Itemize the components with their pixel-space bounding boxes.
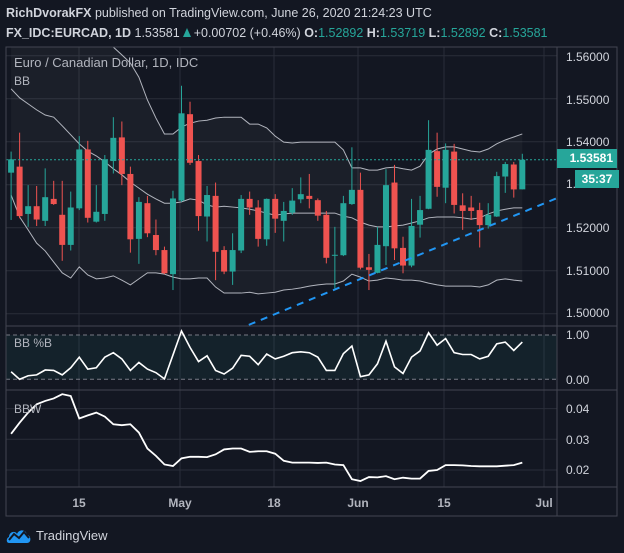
pctb-axis-label: 1.00 bbox=[566, 328, 590, 342]
pctb-axis-label: 0.00 bbox=[566, 373, 590, 387]
candle-down bbox=[195, 161, 202, 217]
candle-down bbox=[221, 250, 228, 272]
time-label: 18 bbox=[267, 496, 281, 510]
time-label: May bbox=[168, 496, 192, 510]
candle-up bbox=[204, 195, 211, 217]
price-label: 1.52000 bbox=[566, 221, 610, 235]
candle-up bbox=[417, 210, 424, 225]
bbw-pane bbox=[10, 393, 523, 482]
candle-up bbox=[101, 159, 108, 214]
time-label: Jul bbox=[535, 496, 553, 510]
candle-down bbox=[272, 198, 279, 219]
chart-canvas[interactable] bbox=[0, 0, 624, 553]
candle-up bbox=[8, 159, 15, 173]
candle-down bbox=[33, 206, 40, 220]
current-price-tag: 1.53581 bbox=[557, 149, 617, 168]
candle-up bbox=[67, 207, 74, 245]
candle-down bbox=[246, 198, 253, 208]
candle-up bbox=[280, 210, 287, 221]
candle-down bbox=[16, 166, 23, 217]
time-label: Jun bbox=[347, 496, 369, 510]
candle-down bbox=[187, 114, 194, 163]
candle-down bbox=[314, 200, 321, 216]
candle-up bbox=[93, 211, 100, 222]
tradingview-brand: TradingView bbox=[36, 527, 108, 543]
candle-up bbox=[289, 200, 296, 213]
candle-down bbox=[118, 137, 125, 174]
candle-up bbox=[76, 149, 83, 209]
time-label: 15 bbox=[72, 496, 86, 510]
tradingview-logo[interactable]: TradingView bbox=[6, 526, 108, 544]
candle-down bbox=[255, 207, 262, 239]
candle-down bbox=[59, 214, 66, 245]
price-label: 1.50000 bbox=[566, 306, 610, 320]
candle-up bbox=[25, 206, 32, 214]
candle-up bbox=[374, 244, 381, 273]
candle-up bbox=[135, 201, 142, 239]
bbw-line bbox=[10, 393, 523, 482]
candle-up bbox=[502, 164, 509, 177]
candle-up bbox=[169, 198, 176, 275]
candle-down bbox=[476, 210, 483, 226]
pctb-indicator-label[interactable]: BB %B bbox=[14, 336, 52, 350]
candle-up bbox=[425, 149, 432, 209]
candle-down bbox=[365, 267, 372, 270]
bbw-axis-label: 0.02 bbox=[566, 463, 590, 477]
candle-down bbox=[400, 247, 407, 266]
candle-down bbox=[306, 195, 313, 199]
bar-countdown-tag: 35:37 bbox=[575, 170, 619, 188]
candle-down bbox=[323, 214, 330, 258]
price-label: 1.51000 bbox=[566, 264, 610, 278]
time-label: 15 bbox=[437, 496, 451, 510]
candle-down bbox=[144, 203, 151, 234]
bb-indicator-label[interactable]: BB bbox=[14, 74, 30, 88]
bbw-indicator-label[interactable]: BBW bbox=[14, 402, 41, 416]
candle-down bbox=[50, 198, 57, 205]
candle-down bbox=[357, 189, 364, 268]
candle-up bbox=[229, 250, 236, 272]
candle-down bbox=[152, 235, 159, 251]
main-pane-title: Euro / Canadian Dollar, 1D, IDC bbox=[14, 55, 199, 70]
tradingview-cloud-icon bbox=[6, 530, 31, 543]
candle-up bbox=[442, 149, 449, 188]
candle-down bbox=[391, 182, 398, 249]
price-label: 1.56000 bbox=[566, 50, 610, 64]
price-label: 1.55000 bbox=[566, 93, 610, 107]
candle-up bbox=[110, 137, 117, 162]
candle-up bbox=[519, 159, 526, 190]
candle-down bbox=[459, 205, 466, 211]
main-pane bbox=[6, 47, 557, 295]
candle-up bbox=[263, 198, 270, 240]
candle-down bbox=[212, 195, 219, 252]
candle-down bbox=[510, 164, 517, 190]
candle-up bbox=[382, 185, 389, 247]
candle-up bbox=[238, 198, 245, 251]
candle-up bbox=[485, 214, 492, 226]
candle-down bbox=[468, 207, 475, 211]
candle-up bbox=[493, 176, 500, 217]
price-label: 1.54000 bbox=[566, 135, 610, 149]
candle-up bbox=[178, 113, 185, 201]
candle-down bbox=[161, 250, 168, 274]
candle-down bbox=[127, 173, 134, 240]
bbw-axis-label: 0.04 bbox=[566, 402, 590, 416]
candle-up bbox=[42, 197, 49, 221]
candle-up bbox=[297, 194, 304, 200]
candle-up bbox=[348, 189, 355, 205]
bbw-axis-label: 0.03 bbox=[566, 433, 590, 447]
bb-percent-b-pane bbox=[6, 329, 557, 381]
candle-down bbox=[434, 151, 441, 187]
candle-up bbox=[331, 254, 338, 256]
candle-up bbox=[340, 203, 347, 256]
